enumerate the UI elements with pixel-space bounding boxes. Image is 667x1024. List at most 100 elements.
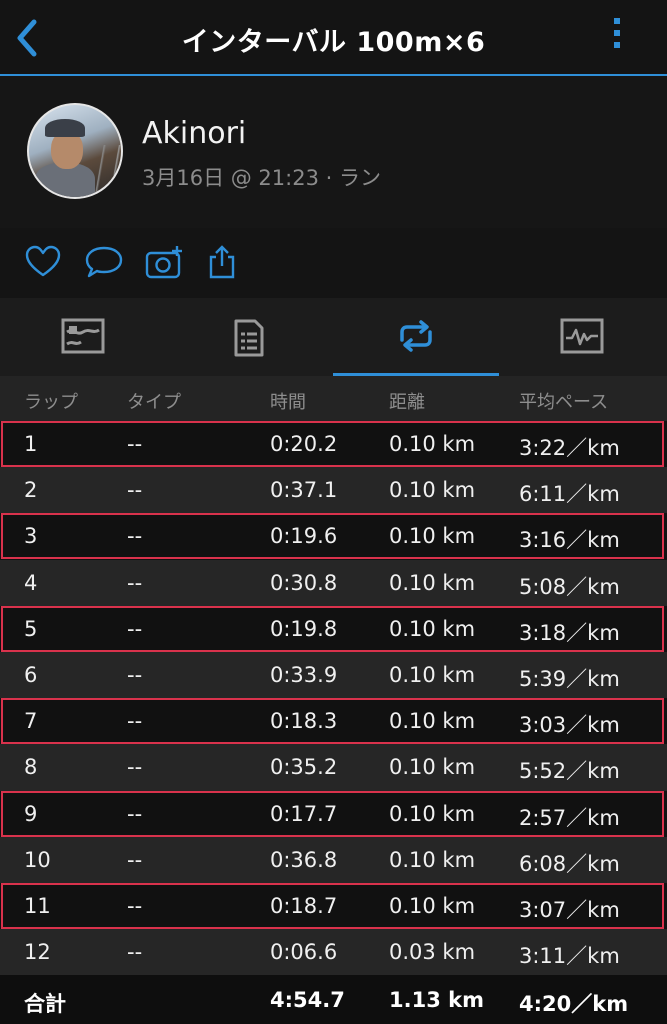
lap-distance: 0.10 km xyxy=(389,524,476,549)
lap-type: -- xyxy=(127,893,143,918)
lap-pace: 6:11／km xyxy=(519,482,620,507)
total-distance: 1.13 km xyxy=(389,988,484,1012)
table-row[interactable]: 7 -- 0:18.3 0.10 km 3:03／km xyxy=(0,698,667,745)
summary-map-icon xyxy=(61,318,105,354)
details-list-icon xyxy=(234,319,264,357)
table-row[interactable]: 4 -- 0:30.8 0.10 km 5:08／km xyxy=(0,559,667,606)
lap-pace: 5:39／km xyxy=(519,666,620,691)
table-row[interactable]: 5 -- 0:19.8 0.10 km 3:18／km xyxy=(0,605,667,652)
lap-type: -- xyxy=(127,801,143,826)
table-row[interactable]: 2 -- 0:37.1 0.10 km 6:11／km xyxy=(0,467,667,514)
lap-pace: 2:57／km xyxy=(519,805,620,830)
laps-loop-icon xyxy=(400,320,432,352)
lap-pace: 3:22／km xyxy=(519,436,620,460)
lap-distance: 0.10 km xyxy=(389,709,476,734)
lap-number: 6 xyxy=(24,662,38,687)
camera-add-icon xyxy=(145,246,182,279)
laps-table-header: ラップ タイプ 時間 距離 平均ペース xyxy=(0,376,667,421)
lap-pace: 3:18／km xyxy=(519,620,620,645)
lap-type: -- xyxy=(127,432,143,456)
lap-time: 0:18.3 xyxy=(270,709,338,734)
share-button[interactable] xyxy=(206,244,246,280)
tab-overview[interactable] xyxy=(0,298,166,376)
table-row[interactable]: 6 -- 0:33.9 0.10 km 5:39／km xyxy=(0,651,667,699)
lap-type: -- xyxy=(127,478,143,503)
page-title: インターバル 100m×6 xyxy=(181,27,486,58)
lap-number: 11 xyxy=(24,893,51,918)
lap-distance: 0.10 km xyxy=(389,478,476,503)
lap-distance: 0.10 km xyxy=(389,662,476,687)
kebab-dot-icon xyxy=(614,42,620,48)
lap-time: 0:33.9 xyxy=(270,662,338,687)
lap-pace: 3:16／km xyxy=(519,528,620,553)
column-header-type: タイプ xyxy=(127,392,181,413)
lap-number: 7 xyxy=(24,709,38,734)
lap-type: -- xyxy=(127,847,143,872)
lap-pace: 5:08／km xyxy=(519,574,620,599)
lap-time: 0:30.8 xyxy=(270,570,338,595)
social-action-bar xyxy=(0,228,667,299)
lap-distance: 0.10 km xyxy=(389,432,476,456)
comment-icon xyxy=(85,246,123,278)
lap-number: 12 xyxy=(24,940,51,965)
lap-pace: 5:52／km xyxy=(519,759,620,784)
top-app-bar: インターバル 100m×6 xyxy=(0,0,667,76)
laps-table: 1 -- 0:20.2 0.10 km 3:22／km 2 -- 0:37.1 … xyxy=(0,421,667,976)
lap-number: 5 xyxy=(24,616,38,641)
lap-time: 0:17.7 xyxy=(270,801,338,826)
tab-details[interactable] xyxy=(166,298,332,376)
lap-time: 0:19.6 xyxy=(270,524,338,549)
lap-pace: 3:11／km xyxy=(519,944,620,969)
lap-pace: 3:07／km xyxy=(519,897,620,922)
column-header-time: 時間 xyxy=(270,392,306,413)
table-row[interactable]: 12 -- 0:06.6 0.03 km 3:11／km xyxy=(0,929,667,976)
add-photo-button[interactable] xyxy=(145,244,185,280)
kebab-dot-icon xyxy=(614,30,620,36)
lap-number: 8 xyxy=(24,755,38,780)
more-options-button[interactable] xyxy=(604,18,630,58)
total-pace: 4:20／km xyxy=(519,992,629,1016)
activity-tabs xyxy=(0,298,667,376)
tab-charts[interactable] xyxy=(499,298,665,376)
lap-type: -- xyxy=(127,662,143,687)
totals-row: 合計 4:54.7 1.13 km 4:20／km xyxy=(0,975,667,1024)
table-row[interactable]: 9 -- 0:17.7 0.10 km 2:57／km xyxy=(0,790,667,837)
table-row[interactable]: 3 -- 0:19.6 0.10 km 3:16／km xyxy=(0,513,667,560)
lap-time: 0:36.8 xyxy=(270,847,338,872)
lap-pace: 6:08／km xyxy=(519,851,620,876)
tab-laps[interactable] xyxy=(333,298,499,376)
lap-time: 0:06.6 xyxy=(270,940,338,965)
lap-distance: 0.10 km xyxy=(389,801,476,826)
table-row[interactable]: 1 -- 0:20.2 0.10 km 3:22／km xyxy=(0,421,667,468)
total-time: 4:54.7 xyxy=(270,988,345,1012)
comment-button[interactable] xyxy=(84,244,124,280)
table-row[interactable]: 11 -- 0:18.7 0.10 km 3:07／km xyxy=(0,882,667,930)
lap-number: 3 xyxy=(24,524,38,549)
lap-number: 2 xyxy=(24,478,38,503)
lap-distance: 0.10 km xyxy=(389,616,476,641)
table-row[interactable]: 10 -- 0:36.8 0.10 km 6:08／km xyxy=(0,836,667,883)
kebab-dot-icon xyxy=(614,18,620,24)
lap-type: -- xyxy=(127,524,143,549)
lap-distance: 0.03 km xyxy=(389,940,476,965)
lap-type: -- xyxy=(127,755,143,780)
lap-distance: 0.10 km xyxy=(389,893,476,918)
lap-time: 0:19.8 xyxy=(270,616,338,641)
total-label: 合計 xyxy=(24,992,66,1016)
user-name[interactable]: Akinori xyxy=(142,116,246,151)
lap-type: -- xyxy=(127,616,143,641)
like-button[interactable] xyxy=(24,244,64,280)
lap-time: 0:20.2 xyxy=(270,432,338,456)
lap-time: 0:18.7 xyxy=(270,893,338,918)
lap-number: 4 xyxy=(24,570,38,595)
avatar[interactable] xyxy=(27,103,123,199)
heart-icon xyxy=(25,245,61,277)
lap-distance: 0.10 km xyxy=(389,847,476,872)
lap-type: -- xyxy=(127,940,143,965)
lap-distance: 0.10 km xyxy=(389,570,476,595)
share-icon xyxy=(209,245,235,279)
column-header-distance: 距離 xyxy=(389,392,425,413)
lap-time: 0:35.2 xyxy=(270,755,338,780)
column-header-lap: ラップ xyxy=(24,392,78,413)
table-row[interactable]: 8 -- 0:35.2 0.10 km 5:52／km xyxy=(0,744,667,791)
